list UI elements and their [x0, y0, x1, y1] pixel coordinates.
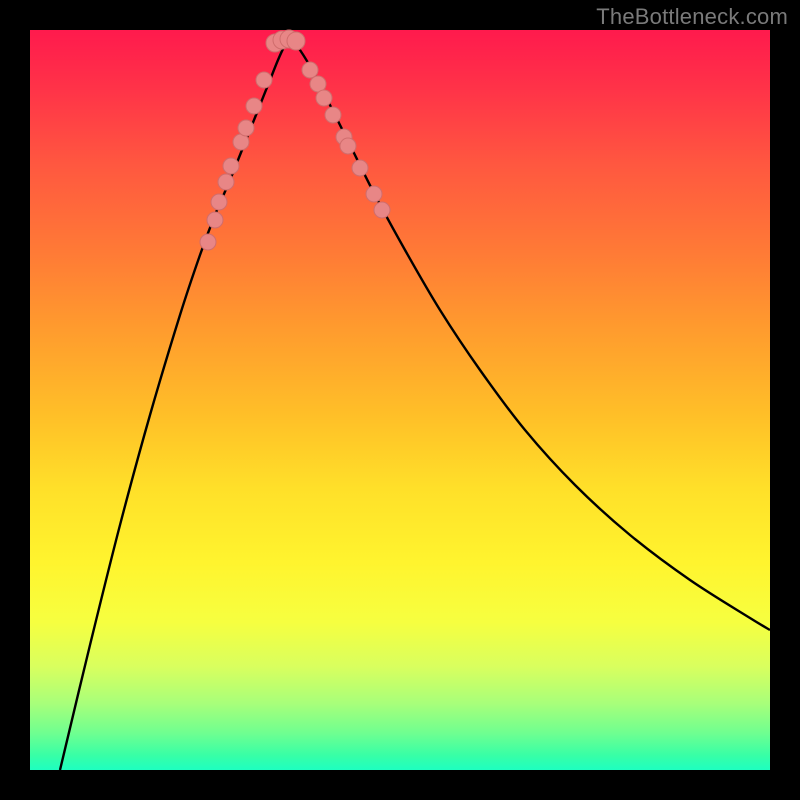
dot-right-2: [316, 90, 332, 106]
v-curve: [60, 38, 770, 770]
dots-bottom-group: [266, 30, 305, 52]
dot-left-8: [256, 72, 272, 88]
dot-left-6: [238, 120, 254, 136]
dot-right-5: [340, 138, 356, 154]
dot-right-3: [325, 107, 341, 123]
dot-right-6: [352, 160, 368, 176]
dots-left-group: [200, 72, 272, 250]
dot-left-2: [211, 194, 227, 210]
watermark-text: TheBottleneck.com: [596, 4, 788, 30]
dot-left-3: [218, 174, 234, 190]
dots-right-group: [302, 62, 390, 218]
dot-left-1: [207, 212, 223, 228]
dot-bottom-3: [287, 32, 305, 50]
dot-left-0: [200, 234, 216, 250]
dot-left-7: [246, 98, 262, 114]
dot-right-7: [366, 186, 382, 202]
dot-right-8: [374, 202, 390, 218]
dot-right-0: [302, 62, 318, 78]
chart-frame: [30, 30, 770, 770]
chart-svg: [30, 30, 770, 770]
dot-left-4: [223, 158, 239, 174]
